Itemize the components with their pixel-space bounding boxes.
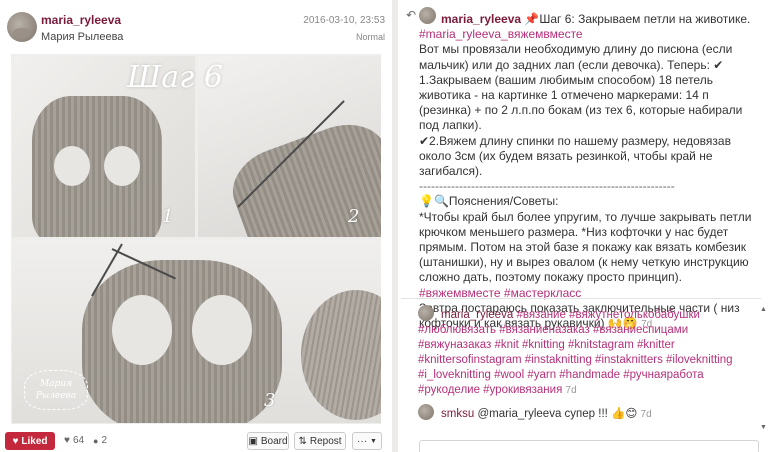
scroll-down-icon[interactable]: ▼ — [760, 424, 767, 431]
board-button[interactable]: ▣ Board — [247, 432, 289, 450]
post-card: maria_ryleeva Мария Рылеева 2016-03-10, … — [0, 0, 392, 452]
chevron-down-icon: ▼ — [370, 437, 377, 445]
repost-icon: ⇅ — [298, 435, 307, 447]
panel-number: 3 — [264, 390, 276, 411]
comment-avatar[interactable] — [418, 404, 434, 420]
post-date: 2016-03-10, 23:53 — [303, 15, 385, 26]
caption-username[interactable]: maria_ryleeva — [441, 12, 521, 26]
image-title: Шаг 6 — [127, 60, 223, 95]
comment-input[interactable] — [419, 440, 759, 452]
panel-number: 1 — [162, 206, 174, 227]
heart-icon: ♥ — [12, 435, 19, 447]
watermark-logo: Мария Рылеева — [24, 370, 88, 410]
user-avatar[interactable] — [7, 12, 37, 42]
image-panel-3: Мария Рылеева 3 — [12, 240, 381, 423]
comment-item: maria_ryleeva #вязание #вяжутнетолькобаб… — [418, 305, 758, 398]
board-icon: ▣ — [248, 435, 258, 447]
caption-text: maria_ryleeva 📌Шаг 6: Закрываем петли на… — [419, 12, 752, 331]
post-fullname: Мария Рылеева — [41, 31, 124, 43]
caption-panel: ↶ maria_ryleeva 📌Шаг 6: Закрываем петли … — [398, 0, 770, 452]
likes-count: ♥ 64 — [64, 435, 85, 446]
comments-separator — [401, 298, 761, 299]
comment-item: smksu @maria_ryleeva супер !!! 👍😊 7d — [418, 404, 758, 422]
panel-number: 2 — [348, 206, 360, 227]
reply-icon[interactable]: ↶ — [406, 8, 416, 22]
post-username[interactable]: maria_ryleeva — [41, 13, 121, 27]
comments-scrollbar[interactable]: ▲ ▼ — [760, 306, 767, 431]
like-button[interactable]: ♥ Liked — [5, 432, 55, 450]
caption-hashtag[interactable]: #maria_ryleeva_вяжемвместе — [419, 27, 583, 41]
post-filter: Normal — [355, 32, 385, 42]
heart-icon: ♥ — [64, 435, 70, 446]
post-image[interactable]: 1 2 Мария Рылеева 3 Шаг 6 — [11, 54, 381, 424]
comment-avatar[interactable] — [418, 305, 434, 321]
comments-count: ● 2 — [93, 435, 107, 446]
repost-button[interactable]: ⇅ Repost — [294, 432, 346, 450]
comment-username[interactable]: maria_ryleeva — [441, 309, 513, 321]
more-button[interactable]: ··· ▼ — [352, 432, 382, 450]
image-panel-2: 2 — [198, 56, 381, 237]
yarn-ball — [301, 290, 381, 420]
comments-list: maria_ryleeva #вязание #вяжутнетолькобаб… — [418, 305, 758, 428]
comment-username[interactable]: smksu — [441, 408, 474, 420]
scroll-up-icon[interactable]: ▲ — [760, 306, 767, 313]
comment-icon: ● — [93, 435, 99, 446]
